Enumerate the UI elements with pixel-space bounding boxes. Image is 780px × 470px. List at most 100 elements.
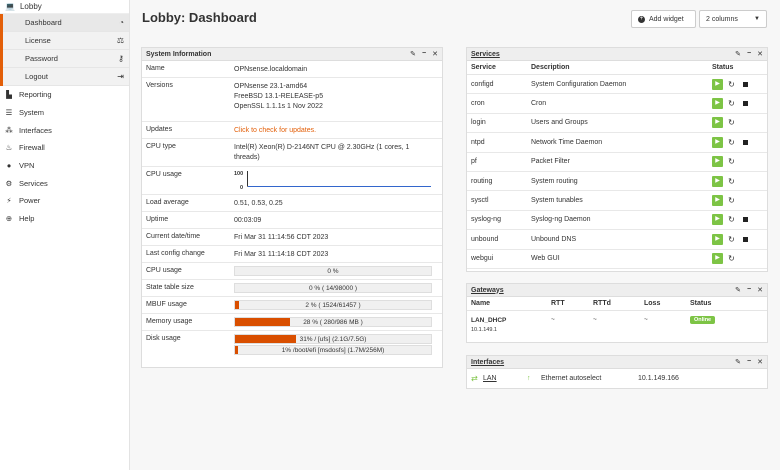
row-value: OPNsense.localdomain xyxy=(234,66,308,73)
restart-icon[interactable]: ↻ xyxy=(726,156,737,167)
check-updates-link[interactable]: Click to check for updates. xyxy=(234,122,442,138)
sidebar-item-reporting[interactable]: ▙ Reporting xyxy=(0,86,129,104)
sidebar-item-lobby[interactable]: 💻 Lobby xyxy=(0,0,129,14)
widget-header: Gateways ✎ − ✕ xyxy=(467,284,767,297)
cog-icon: ⚙ xyxy=(5,178,13,188)
mbuf-usage-bar: 2 % ( 1524/61457 ) xyxy=(234,300,432,310)
row-value: 0 % xyxy=(234,263,442,279)
minimize-icon[interactable]: − xyxy=(747,286,751,294)
sidebar-item-help[interactable]: ⊕ Help xyxy=(0,210,129,228)
row-value: Fri Mar 31 11:14:56 CDT 2023 xyxy=(234,234,329,241)
services-widget: Services ✎ − ✕ Service Description Statu… xyxy=(466,47,768,272)
table-row: unbound Unbound DNS ▶ ↻ xyxy=(467,230,767,250)
play-icon[interactable]: ▶ xyxy=(712,195,723,207)
minimize-icon[interactable]: − xyxy=(422,50,426,58)
pencil-icon[interactable]: ✎ xyxy=(735,286,741,294)
add-widget-button[interactable]: + Add widget xyxy=(631,10,696,28)
caret-down-icon: ▼ xyxy=(754,16,760,22)
close-icon[interactable]: ✕ xyxy=(432,50,438,58)
sidebar-subitem-license[interactable]: License ⚖ xyxy=(3,32,129,50)
play-icon[interactable]: ▶ xyxy=(712,78,723,90)
sidebar-subitem-dashboard[interactable]: Dashboard ◔ xyxy=(3,14,129,32)
service-name: sysctl xyxy=(471,197,489,205)
sidebar-submenu-lobby: Dashboard ◔ License ⚖ Password ⚷ Logout … xyxy=(0,14,129,86)
bar-text: 2 % ( 1524/61457 ) xyxy=(305,302,361,309)
widget-header: Services ✎ − ✕ xyxy=(467,48,767,61)
play-icon[interactable]: ▶ xyxy=(712,175,723,187)
sidebar-subitem-logout[interactable]: Logout ⇥ xyxy=(3,68,129,86)
service-description: Network Time Daemon xyxy=(531,138,603,146)
row-label: State table size xyxy=(146,284,194,291)
columns-select[interactable]: 2 columns ▼ xyxy=(699,10,767,28)
minimize-icon[interactable]: − xyxy=(747,50,751,58)
graph-min-label: 0 xyxy=(240,185,244,191)
restart-icon[interactable]: ↻ xyxy=(726,234,737,245)
widget-title-link[interactable]: Gateways xyxy=(471,287,504,294)
restart-icon[interactable]: ↻ xyxy=(726,117,737,128)
sidebar-item-services[interactable]: ⚙ Services xyxy=(0,174,129,192)
sysinfo-row-uptime: Uptime 00:03:09 xyxy=(142,212,442,229)
play-icon[interactable]: ▶ xyxy=(712,98,723,110)
close-icon[interactable]: ✕ xyxy=(757,286,763,294)
pencil-icon[interactable]: ✎ xyxy=(735,358,741,366)
close-icon[interactable]: ✕ xyxy=(757,358,763,366)
close-icon[interactable]: ✕ xyxy=(757,50,763,58)
sidebar-item-firewall[interactable]: ♨ Firewall xyxy=(0,139,129,157)
pencil-icon[interactable]: ✎ xyxy=(410,50,416,58)
service-name: cron xyxy=(471,100,485,108)
stop-icon[interactable] xyxy=(740,214,751,225)
sysinfo-row-updates: Updates Click to check for updates. xyxy=(142,122,442,139)
restart-icon[interactable]: ↻ xyxy=(726,176,737,187)
globe-icon: ● xyxy=(6,161,12,171)
sitemap-icon: ⁂ xyxy=(5,125,13,135)
minimize-icon[interactable]: − xyxy=(747,358,751,366)
table-row: pf Packet Filter ▶ ↻ xyxy=(467,153,767,172)
sidebar-item-vpn[interactable]: ● VPN xyxy=(0,157,129,175)
service-name: ntpd xyxy=(471,138,485,146)
service-description: Users and Groups xyxy=(531,119,588,127)
row-label: CPU usage xyxy=(146,267,182,274)
plug-icon: ⚡ xyxy=(6,196,12,206)
sysinfo-row-load: Load average 0.51, 0.53, 0.25 xyxy=(142,195,442,212)
restart-icon[interactable]: ↻ xyxy=(726,214,737,225)
sysinfo-row-cpu-usage: CPU usage 100 0 xyxy=(142,167,442,195)
row-value: OPNsense 23.1-amd64 FreeBSD 13.1-RELEASE… xyxy=(234,78,442,121)
stop-icon[interactable] xyxy=(740,79,751,90)
add-widget-label: Add widget xyxy=(649,15,684,23)
play-icon[interactable]: ▶ xyxy=(712,136,723,148)
restart-icon[interactable]: ↻ xyxy=(726,98,737,109)
sidebar-item-system[interactable]: ☰ System xyxy=(0,104,129,122)
interface-lan-link[interactable]: LAN xyxy=(483,375,527,382)
restart-icon[interactable]: ↻ xyxy=(726,79,737,90)
row-label: Uptime xyxy=(146,216,169,223)
stop-icon[interactable] xyxy=(740,137,751,148)
stop-icon[interactable] xyxy=(740,98,751,109)
restart-icon[interactable]: ↻ xyxy=(726,137,737,148)
sidebar-item-interfaces[interactable]: ⁂ Interfaces xyxy=(0,121,129,139)
widget-title-link[interactable]: Services xyxy=(471,51,500,58)
sidebar-item-power[interactable]: ⚡ Power xyxy=(0,192,129,210)
row-value: 0.51, 0.53, 0.25 xyxy=(234,200,283,207)
play-icon[interactable]: ▶ xyxy=(712,253,723,265)
play-icon[interactable]: ▶ xyxy=(712,156,723,168)
sidebar-subitem-password[interactable]: Password ⚷ xyxy=(3,50,129,68)
play-icon[interactable]: ▶ xyxy=(712,214,723,226)
play-icon[interactable]: ▶ xyxy=(712,117,723,129)
table-row: routing System routing ▶ ↻ xyxy=(467,172,767,192)
laptop-icon: 💻 xyxy=(5,2,15,11)
col-header-name: Name xyxy=(471,300,491,307)
play-icon[interactable]: ▶ xyxy=(712,233,723,245)
sign-out-icon: ⇥ xyxy=(117,72,124,81)
stop-icon[interactable] xyxy=(740,234,751,245)
bar-text: 0 % xyxy=(327,268,339,275)
pencil-icon[interactable]: ✎ xyxy=(735,50,741,58)
restart-icon[interactable]: ↻ xyxy=(726,195,737,206)
sysinfo-row-mbuf: MBUF usage 2 % ( 1524/61457 ) xyxy=(142,297,442,314)
restart-icon[interactable]: ↻ xyxy=(726,253,737,264)
sidebar-item-label: Dashboard xyxy=(25,18,62,27)
sysinfo-row-cpu-bar: CPU usage 0 % xyxy=(142,263,442,280)
col-header-rtt: RTT xyxy=(551,300,565,307)
gateway-name-cell: LAN_DHCP 10.1.149.1 xyxy=(467,316,551,337)
widget-title-link[interactable]: Interfaces xyxy=(471,359,504,366)
service-status-controls: ▶ ↻ xyxy=(712,117,767,129)
